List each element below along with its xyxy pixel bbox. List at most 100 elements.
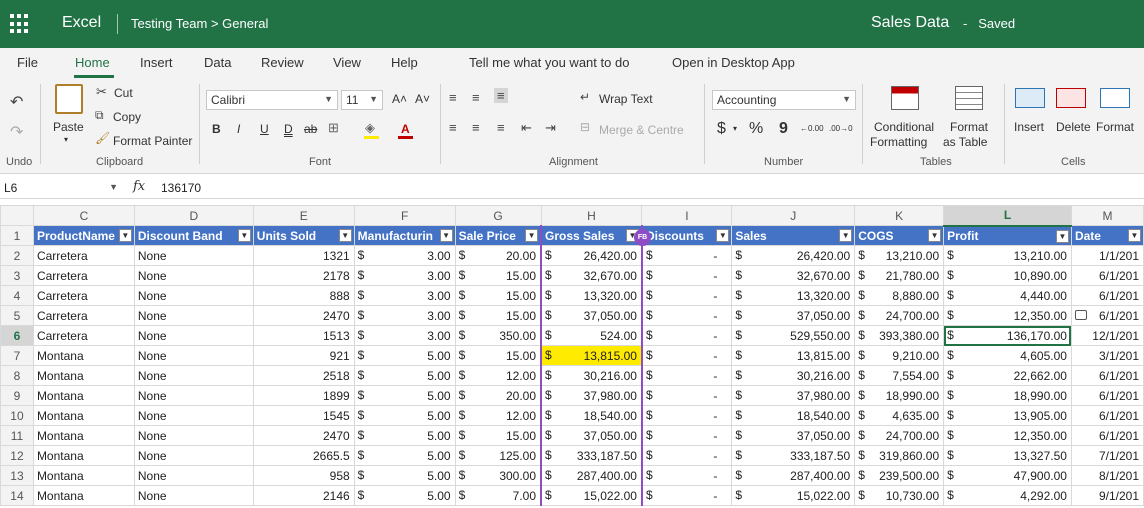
name-box[interactable]: L6 ▼ — [2, 179, 120, 197]
filter-dropdown-icon[interactable]: ▼ — [928, 229, 942, 242]
row-header[interactable]: 13 — [0, 465, 34, 486]
column-header-k[interactable]: K — [854, 205, 945, 226]
cell-g2[interactable]: $20.00 — [454, 245, 542, 266]
cell-h4[interactable]: $13,320.00 — [540, 285, 643, 306]
cell-e11[interactable]: 2470 — [252, 425, 355, 446]
cell-c4[interactable]: Carretera — [32, 285, 135, 306]
cell-f11[interactable]: $5.00 — [353, 425, 456, 446]
row-header[interactable]: 8 — [0, 365, 34, 386]
table-column-header[interactable]: Sale Price ▼ — [454, 225, 542, 246]
cell-g7[interactable]: $15.00 — [454, 345, 542, 366]
filter-dropdown-icon[interactable]: ▼ — [716, 229, 730, 242]
cell-f13[interactable]: $5.00 — [353, 465, 456, 486]
cell-m12[interactable]: 7/1/201 — [1070, 445, 1144, 466]
cell-i11[interactable]: $ - — [641, 425, 733, 446]
cell-k8[interactable]: $7,554.00 — [854, 365, 945, 386]
tab-file[interactable]: File — [17, 55, 38, 70]
cell-d12[interactable]: None — [133, 445, 254, 466]
cell-l12[interactable]: $13,327.50 — [943, 445, 1072, 466]
cell-h2[interactable]: $26,420.00 — [540, 245, 643, 266]
merge-icon[interactable]: ⊟ — [580, 120, 590, 134]
comma-button[interactable]: 9 — [779, 120, 788, 138]
column-header-l[interactable]: L — [943, 205, 1072, 227]
cell-m11[interactable]: 6/1/201 — [1070, 425, 1144, 446]
cell-i6[interactable]: $ - — [641, 325, 733, 346]
cell-e9[interactable]: 1899 — [252, 385, 355, 406]
column-header-f[interactable]: F — [353, 205, 456, 226]
cell-h6[interactable]: $524.00 — [540, 325, 643, 346]
cell-e10[interactable]: 1545 — [252, 405, 355, 426]
cell-i7[interactable]: $ - — [641, 345, 733, 366]
cell-d2[interactable]: None — [133, 245, 254, 266]
cell-e14[interactable]: 2146 — [252, 485, 355, 506]
column-header-h[interactable]: H — [540, 205, 643, 226]
cell-e2[interactable]: 1321 — [252, 245, 355, 266]
cell-h12[interactable]: $333,187.50 — [540, 445, 643, 466]
cell-c14[interactable]: Montana — [32, 485, 135, 506]
table-column-header[interactable]: Profit ▼ — [943, 225, 1072, 246]
cell-e12[interactable]: 2665.5 — [252, 445, 355, 466]
cell-f9[interactable]: $5.00 — [353, 385, 456, 406]
cell-k9[interactable]: $18,990.00 — [854, 385, 945, 406]
cell-f10[interactable]: $5.00 — [353, 405, 456, 426]
format-as-table-button-line2[interactable]: as Table — [943, 135, 987, 149]
cell-d7[interactable]: None — [133, 345, 254, 366]
increase-indent-icon[interactable]: ⇥ — [545, 120, 556, 136]
column-header-e[interactable]: E — [252, 205, 355, 226]
cell-k13[interactable]: $239,500.00 — [854, 465, 945, 486]
percent-button[interactable]: % — [749, 120, 763, 138]
cell-g5[interactable]: $15.00 — [454, 305, 542, 326]
table-column-header[interactable]: Manufacturin ▼ — [353, 225, 456, 246]
double-underline-button[interactable]: D — [284, 122, 293, 136]
cell-j10[interactable]: $18,540.00 — [731, 405, 856, 426]
cell-e7[interactable]: 921 — [252, 345, 355, 366]
cell-k5[interactable]: $24,700.00 — [854, 305, 945, 326]
cell-l3[interactable]: $10,890.00 — [943, 265, 1072, 286]
delete-cells-button[interactable]: Delete — [1056, 120, 1091, 134]
cell-g13[interactable]: $300.00 — [454, 465, 542, 486]
spreadsheet-grid[interactable]: CDEFGHIJKLM 1 ProductName ▼ Discount Band ▼ U… — [0, 205, 1144, 508]
filter-dropdown-icon[interactable]: ▼ — [1128, 229, 1141, 242]
cell-d14[interactable]: None — [133, 485, 254, 506]
format-cells-icon[interactable] — [1100, 88, 1130, 108]
cell-l2[interactable]: $13,210.00 — [943, 245, 1072, 266]
cell-m8[interactable]: 6/1/201 — [1070, 365, 1144, 386]
cell-j3[interactable]: $32,670.00 — [731, 265, 856, 286]
delete-cells-icon[interactable] — [1056, 88, 1086, 108]
copy-icon[interactable]: ⧉ — [95, 108, 104, 123]
cell-k2[interactable]: $13,210.00 — [854, 245, 945, 266]
cell-f12[interactable]: $5.00 — [353, 445, 456, 466]
scissors-icon[interactable]: ✂ — [96, 84, 107, 100]
conditional-formatting-button[interactable]: Conditional — [874, 120, 934, 134]
cell-c8[interactable]: Montana — [32, 365, 135, 386]
cell-c5[interactable]: Carretera — [32, 305, 135, 326]
cell-h13[interactable]: $287,400.00 — [540, 465, 643, 486]
underline-button[interactable]: U — [260, 122, 269, 136]
table-column-header[interactable]: Discount Band ▼ — [133, 225, 254, 246]
shrink-font-button[interactable]: A˅ — [415, 92, 430, 106]
cell-i9[interactable]: $ - — [641, 385, 733, 406]
format-as-table-button[interactable]: Format — [950, 120, 988, 134]
wrap-text-icon[interactable]: ↵ — [580, 90, 590, 104]
collaborator-avatar[interactable]: FB — [634, 229, 651, 246]
cell-i12[interactable]: $ - — [641, 445, 733, 466]
cell-h7[interactable]: $13,815.00 — [540, 345, 643, 366]
cell-f6[interactable]: $3.00 — [353, 325, 456, 346]
cell-j9[interactable]: $37,980.00 — [731, 385, 856, 406]
cell-i14[interactable]: $ - — [641, 485, 733, 506]
cell-k7[interactable]: $9,210.00 — [854, 345, 945, 366]
paste-dropdown-icon[interactable]: ▾ — [64, 135, 68, 144]
cut-button[interactable]: Cut — [114, 86, 133, 100]
column-header-d[interactable]: D — [133, 205, 254, 226]
cell-j13[interactable]: $287,400.00 — [731, 465, 856, 486]
paste-button[interactable]: Paste — [53, 120, 84, 134]
row-header[interactable]: 1 — [0, 225, 34, 246]
cell-j14[interactable]: $15,022.00 — [731, 485, 856, 506]
cell-i13[interactable]: $ - — [641, 465, 733, 486]
cell-k12[interactable]: $319,860.00 — [854, 445, 945, 466]
row-header[interactable]: 6 — [0, 325, 34, 346]
currency-dropdown-icon[interactable]: ▾ — [733, 124, 737, 133]
cell-l11[interactable]: $12,350.00 — [943, 425, 1072, 446]
insert-cells-button[interactable]: Insert — [1014, 120, 1044, 134]
cell-g14[interactable]: $7.00 — [454, 485, 542, 506]
